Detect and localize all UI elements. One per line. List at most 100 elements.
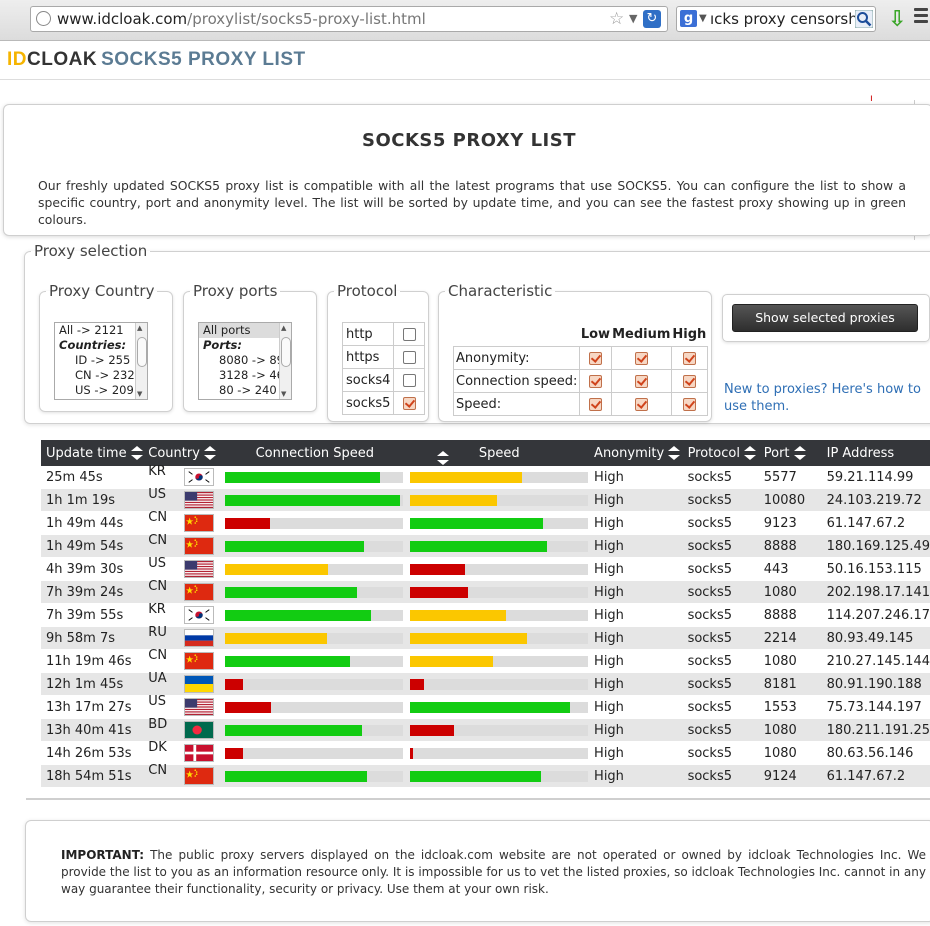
table-row[interactable]: 25m 45s KR High socks5 5577 59.21.114.99	[41, 464, 930, 489]
anonymity-cell: High	[589, 603, 683, 627]
characteristic-checkbox[interactable]	[682, 351, 696, 365]
list-option[interactable]: All ports	[199, 323, 291, 338]
ip-address-cell[interactable]: 80.63.56.146	[812, 741, 930, 765]
address-bar[interactable]: www.idcloak.com/proxylist/socks5-proxy-l…	[30, 6, 668, 32]
proxy-ports-group: Proxy ports All ports Ports: 8080 -> 895 31…	[183, 282, 317, 412]
ip-address-cell[interactable]: 180.169.125.49	[812, 534, 930, 558]
table-row[interactable]: 1h 1m 19s US High socks5 10080 24.103.219.72	[41, 487, 930, 512]
ports-listbox[interactable]: All ports Ports: 8080 -> 895 3128 -> 464 80 …	[198, 322, 292, 400]
show-selected-proxies-button[interactable]: Show selected proxies	[732, 304, 918, 332]
sort-icon[interactable]	[668, 446, 681, 460]
col-protocol[interactable]: Protocol	[682, 440, 759, 466]
engine-dropdown-icon[interactable]: ▼	[699, 13, 707, 24]
menu-icon[interactable]	[914, 8, 928, 26]
ip-address-cell[interactable]: 61.147.67.2	[812, 511, 930, 535]
col-country[interactable]: Country	[143, 440, 221, 466]
ip-address-cell[interactable]: 80.93.49.145	[812, 626, 930, 650]
ports-scrollbar[interactable]: ▲ ▼	[279, 323, 291, 399]
country-code: DK	[148, 739, 167, 755]
ip-address-cell[interactable]: 210.27.145.144	[812, 649, 930, 673]
ip-address-cell[interactable]: 80.91.190.188	[812, 672, 930, 696]
anonymity-cell: High	[589, 557, 683, 581]
how-to-link[interactable]: New to proxies? Here's how to use them.	[724, 381, 930, 415]
google-icon[interactable]: g	[680, 10, 697, 27]
anonymity-cell: High	[589, 764, 683, 788]
table-row[interactable]: 11h 19m 46s CN High socks5 1080 210.27.145.14…	[41, 648, 930, 673]
table-row[interactable]: 13h 40m 41s BD High socks5 1080 180.211.191.2…	[41, 717, 930, 742]
sort-icon[interactable]	[437, 450, 449, 465]
table-row[interactable]: 4h 39m 30s US High socks5 443 50.16.153.115	[41, 556, 930, 581]
sort-icon[interactable]	[743, 446, 756, 460]
characteristic-checkbox[interactable]	[634, 374, 648, 388]
ip-address-cell[interactable]: 114.207.246.17	[812, 603, 930, 627]
table-row[interactable]: 7h 39m 24s CN High socks5 1080 202.198.17.141	[41, 579, 930, 604]
list-option[interactable]: 80 -> 240	[199, 383, 291, 398]
table-row[interactable]: 14h 26m 53s DK High socks5 1080 80.63.56.146	[41, 739, 930, 765]
protocol-checkbox[interactable]	[402, 396, 416, 410]
characteristic-checkbox[interactable]	[682, 374, 696, 388]
characteristic-checkbox[interactable]	[588, 397, 602, 411]
table-row[interactable]: 12h 1m 45s UA High socks5 8181 80.91.190.188	[41, 671, 930, 696]
reload-icon[interactable]: ↻	[643, 10, 661, 28]
list-option[interactable]: ID -> 255	[55, 353, 147, 368]
col-update-time[interactable]: Update time	[41, 440, 144, 466]
ip-address-cell[interactable]: 202.198.17.141	[812, 580, 930, 604]
protocol-label: https	[341, 345, 395, 369]
search-query[interactable]: ıcks proxy censorship	[710, 10, 871, 28]
country-listbox[interactable]: All -> 2121 Countries: ID -> 255 CN -> 232 U…	[54, 322, 148, 400]
ip-address-cell[interactable]: 59.21.114.99	[812, 466, 930, 489]
col-ip-address[interactable]: IP Address	[812, 440, 930, 466]
characteristic-checkbox[interactable]	[634, 397, 648, 411]
bookmark-star-icon[interactable]: ☆	[609, 9, 624, 29]
table-row[interactable]: 7h 39m 55s KR High socks5 8888 114.207.246.17	[41, 602, 930, 627]
list-option[interactable]: All -> 2121	[55, 323, 147, 338]
protocol-checkbox[interactable]	[402, 327, 416, 341]
history-dropdown-icon[interactable]: ▼	[629, 12, 637, 25]
search-icon[interactable]	[855, 10, 873, 28]
country-dk-flag-icon	[184, 744, 215, 762]
sort-icon[interactable]	[203, 446, 216, 460]
protocol-checkbox[interactable]	[402, 373, 416, 387]
connection-speed-bar-fill	[225, 678, 243, 690]
protocol-cell: socks5	[682, 534, 759, 558]
col-connection-speed[interactable]: Connection Speed	[220, 440, 449, 466]
characteristic-checkbox[interactable]	[682, 397, 696, 411]
sort-icon[interactable]	[130, 446, 143, 460]
list-option[interactable]: 3128 -> 464	[199, 368, 291, 383]
country-cell: DK	[143, 739, 221, 765]
site-logo[interactable]: IDCLOAK SOCKS5 PROXY LIST	[7, 49, 306, 71]
list-option[interactable]: CN -> 232	[55, 368, 147, 383]
speed-bar	[409, 655, 588, 667]
table-row[interactable]: 1h 49m 44s CN High socks5 9123 61.147.67.2	[41, 510, 930, 535]
col-anonymity[interactable]: Anonymity	[589, 440, 683, 466]
ip-address-cell[interactable]: 61.147.67.2	[812, 764, 930, 788]
download-icon[interactable]: ⇩	[888, 7, 906, 32]
list-option[interactable]: 8080 -> 895	[199, 353, 291, 368]
speed-bar	[409, 609, 588, 621]
ip-address-cell[interactable]: 75.73.144.197	[812, 695, 930, 719]
table-header-row: Update time Country Connection Speed Spe…	[41, 440, 930, 466]
protocol-checkbox[interactable]	[402, 350, 416, 364]
ip-address-cell[interactable]: 50.16.153.115	[812, 557, 930, 581]
important-notice: IMPORTANT: The public proxy servers disp…	[25, 820, 930, 922]
connection-speed-bar-cell	[220, 626, 405, 650]
table-row[interactable]: 13h 17m 27s US High socks5 1553 75.73.144.197	[41, 694, 930, 719]
protocol-label: http	[341, 322, 395, 346]
col-speed[interactable]: Speed	[404, 440, 590, 466]
country-us-flag-icon	[184, 491, 215, 509]
list-option[interactable]: US -> 209	[55, 383, 147, 398]
table-row[interactable]: 18h 54m 51s CN High socks5 9124 61.147.67.2	[41, 763, 930, 788]
ip-address-cell[interactable]: 180.211.191.25	[812, 718, 930, 742]
ip-address-cell[interactable]: 24.103.219.72	[812, 488, 930, 512]
table-row[interactable]: 9h 58m 7s RU High socks5 2214 80.93.49.145	[41, 625, 930, 650]
characteristic-checkbox[interactable]	[588, 374, 602, 388]
speed-bar-fill	[409, 747, 414, 759]
characteristic-checkbox[interactable]	[634, 351, 648, 365]
url-text[interactable]: www.idcloak.com/proxylist/socks5-proxy-l…	[57, 10, 426, 28]
country-scrollbar[interactable]: ▲ ▼	[135, 323, 147, 399]
table-row[interactable]: 1h 49m 54s CN High socks5 8888 180.169.125.49	[41, 533, 930, 558]
search-bar[interactable]: g ▼ ıcks proxy censorship	[676, 6, 876, 32]
characteristic-checkbox[interactable]	[588, 351, 602, 365]
col-port[interactable]: Port	[758, 440, 813, 466]
sort-icon[interactable]	[793, 446, 806, 460]
